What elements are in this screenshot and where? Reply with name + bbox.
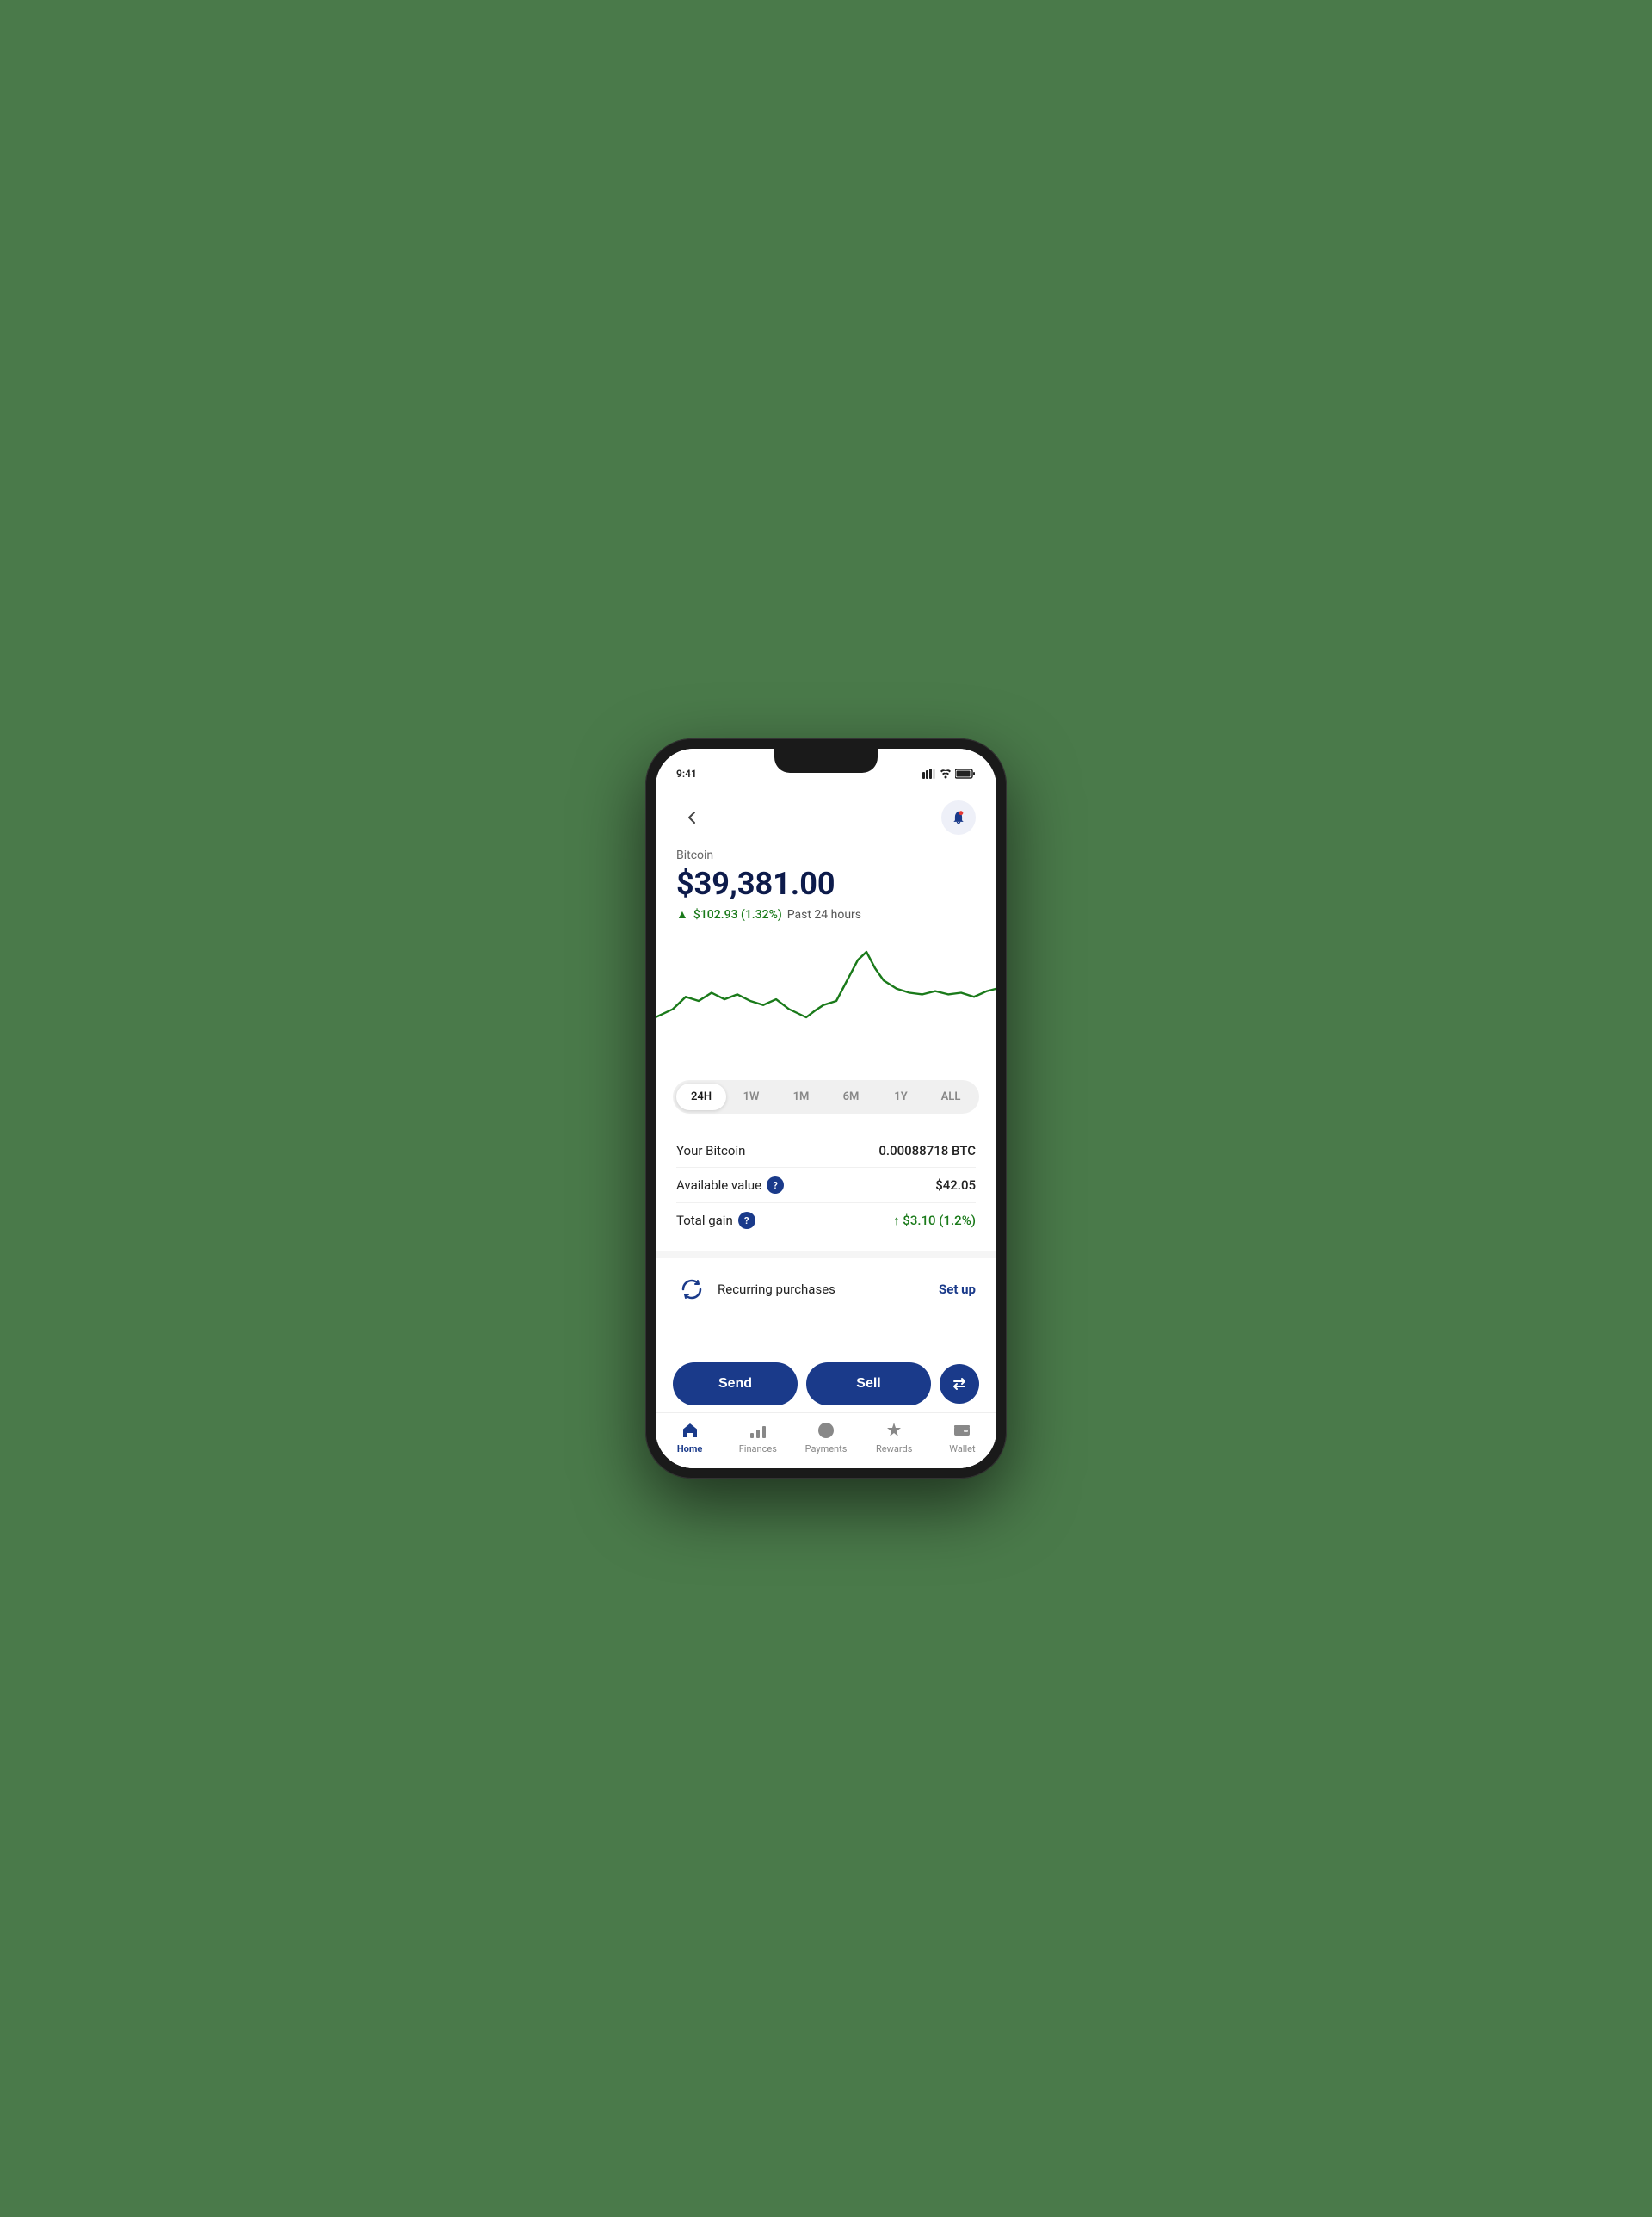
sell-button[interactable]: Sell	[806, 1362, 931, 1405]
up-arrow-icon: ▲	[676, 907, 688, 922]
nav-home-label: Home	[677, 1443, 702, 1454]
finances-icon	[748, 1420, 768, 1441]
nav-finances-label: Finances	[739, 1443, 777, 1454]
action-bar: Send Sell	[656, 1352, 996, 1412]
your-bitcoin-label: Your Bitcoin	[676, 1143, 745, 1158]
nav-wallet-label: Wallet	[949, 1443, 975, 1454]
available-value-help-icon[interactable]: ?	[767, 1176, 784, 1194]
back-button[interactable]	[676, 802, 707, 833]
app-header	[656, 787, 996, 842]
wallet-icon	[952, 1420, 972, 1441]
recurring-label: Recurring purchases	[718, 1281, 835, 1297]
price-section: Bitcoin $39,381.00 ▲ $102.93 (1.32%) Pas…	[656, 842, 996, 936]
price-change: ▲ $102.93 (1.32%) Past 24 hours	[676, 907, 976, 922]
change-period: Past 24 hours	[787, 908, 861, 922]
recurring-icon	[676, 1274, 707, 1305]
send-button[interactable]: Send	[673, 1362, 798, 1405]
nav-payments-label: Payments	[805, 1443, 848, 1454]
bottom-nav: Home Finances	[656, 1412, 996, 1468]
rewards-icon	[884, 1420, 904, 1441]
nav-rewards[interactable]: Rewards	[860, 1420, 928, 1454]
recurring-section: Recurring purchases Set up	[656, 1258, 996, 1320]
nav-home[interactable]: Home	[656, 1420, 724, 1454]
time-filter-bar: 24H 1W 1M 6M 1Y ALL	[673, 1080, 979, 1114]
time-filter-all[interactable]: ALL	[926, 1084, 976, 1110]
price-main: $39,381.00	[676, 866, 976, 902]
time-filter-24h[interactable]: 24H	[676, 1084, 726, 1110]
time-filter-1y[interactable]: 1Y	[876, 1084, 926, 1110]
svg-text:$: $	[823, 1425, 829, 1436]
time-filter-1w[interactable]: 1W	[726, 1084, 776, 1110]
nav-rewards-label: Rewards	[876, 1443, 912, 1454]
available-value-label: Available value ?	[676, 1176, 784, 1194]
change-amount: $102.93 (1.32%)	[693, 908, 782, 922]
total-gain-label: Total gain ?	[676, 1212, 755, 1229]
section-divider	[656, 1251, 996, 1258]
available-value-row: Available value ? $42.05	[676, 1168, 976, 1203]
total-gain-help-icon[interactable]: ?	[738, 1212, 755, 1229]
stats-section: Your Bitcoin 0.00088718 BTC Available va…	[656, 1127, 996, 1251]
total-gain-value: ↑ $3.10 (1.2%)	[893, 1213, 976, 1228]
recurring-left: Recurring purchases	[676, 1274, 835, 1305]
setup-button[interactable]: Set up	[939, 1281, 976, 1297]
payments-icon: $	[816, 1420, 836, 1441]
price-chart	[656, 936, 996, 1073]
nav-payments[interactable]: $ Payments	[792, 1420, 860, 1454]
total-gain-row: Total gain ? ↑ $3.10 (1.2%)	[676, 1203, 976, 1238]
your-bitcoin-value: 0.00088718 BTC	[878, 1143, 976, 1158]
nav-finances[interactable]: Finances	[724, 1420, 792, 1454]
swap-button[interactable]	[940, 1364, 979, 1404]
time-filter-1m[interactable]: 1M	[776, 1084, 826, 1110]
available-value-value: $42.05	[935, 1177, 976, 1193]
nav-wallet[interactable]: Wallet	[928, 1420, 996, 1454]
coin-name: Bitcoin	[676, 849, 976, 862]
time-filter-6m[interactable]: 6M	[826, 1084, 876, 1110]
notification-button[interactable]	[941, 800, 976, 835]
home-icon	[680, 1420, 700, 1441]
your-bitcoin-row: Your Bitcoin 0.00088718 BTC	[676, 1134, 976, 1168]
